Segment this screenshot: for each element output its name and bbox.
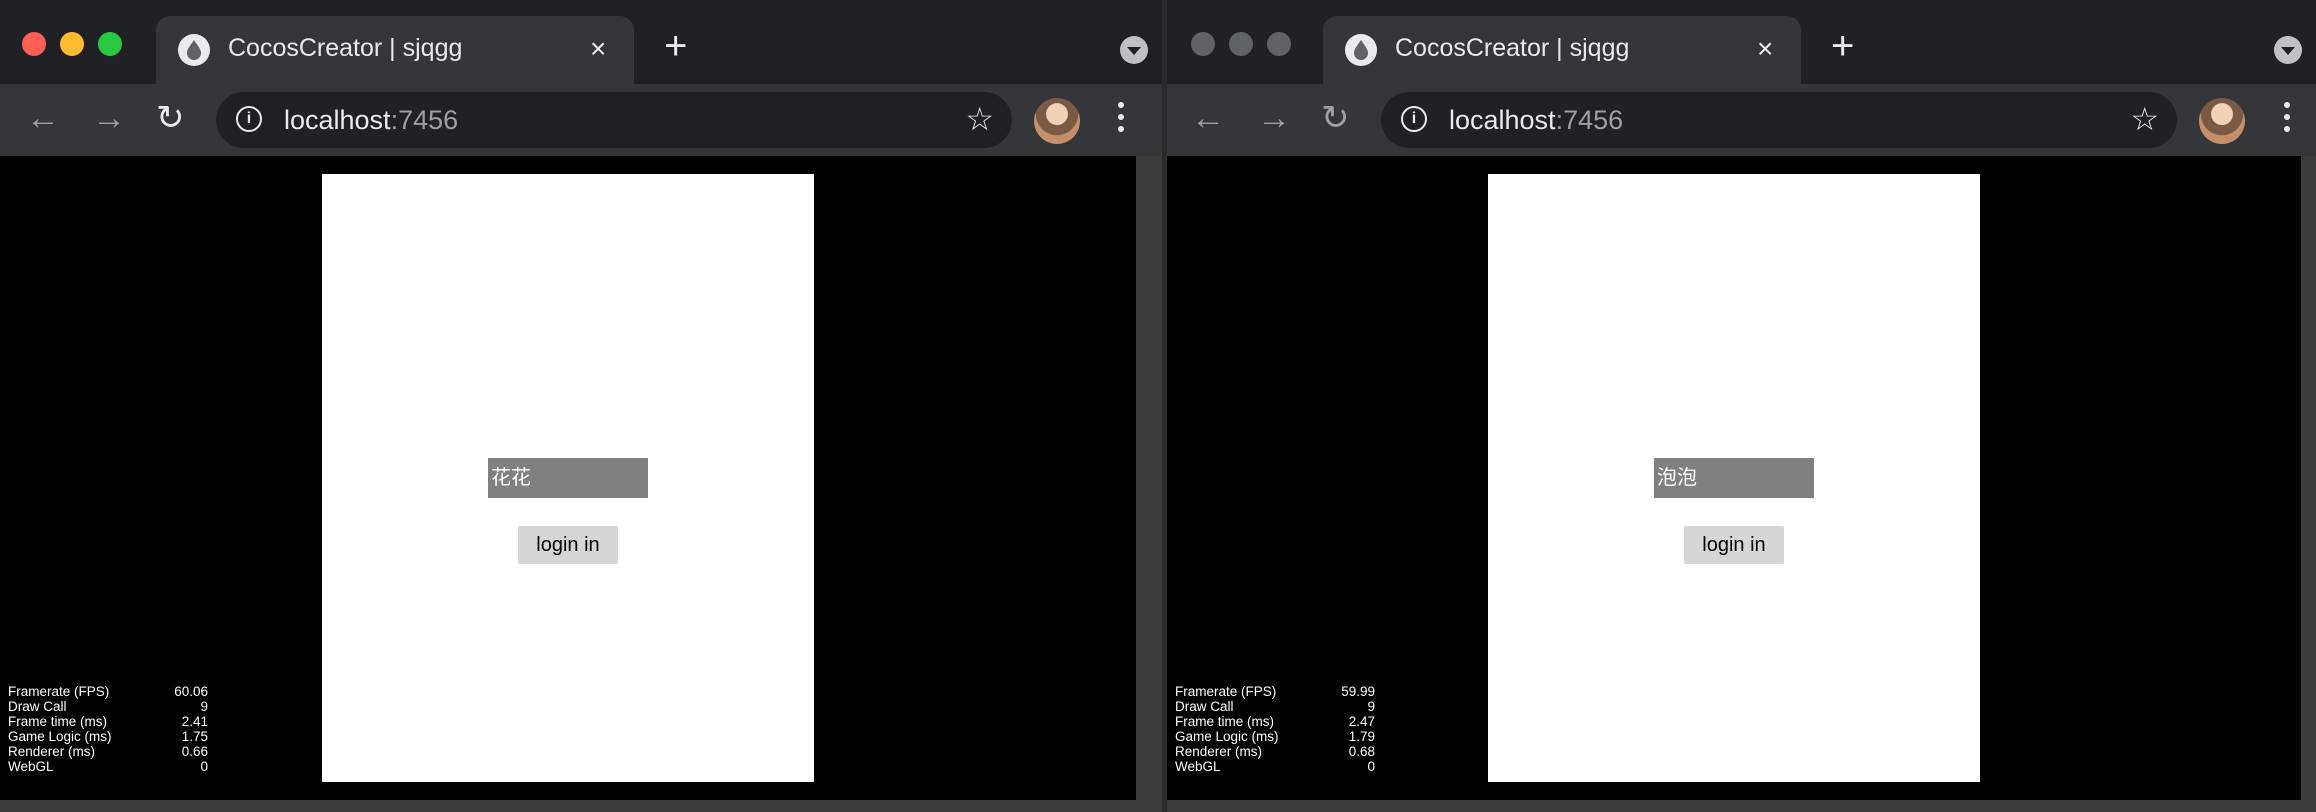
url-host: localhost: [1449, 105, 1556, 135]
name-field[interactable]: 泡泡: [1654, 458, 1814, 498]
stat-label: Frame time (ms): [1175, 714, 1274, 729]
forward-button[interactable]: →: [1257, 98, 1291, 138]
stat-label: Draw Call: [1175, 699, 1234, 714]
stat-label: Renderer (ms): [1175, 744, 1263, 759]
stat-value: 2.41: [181, 714, 208, 729]
url-host: localhost: [284, 105, 391, 135]
reload-button[interactable]: ↻: [1321, 98, 1350, 138]
tab-search-button[interactable]: [2274, 36, 2302, 64]
vertical-scrollbar[interactable]: [2301, 156, 2316, 800]
cocos-favicon-icon: [178, 34, 210, 66]
address-bar[interactable]: i localhost:7456 ☆: [1381, 92, 2177, 148]
stat-row: Framerate (FPS) 59.99: [1175, 684, 1375, 699]
game-viewport: 花花 login in Framerate (FPS) 60.06 Draw Ca…: [0, 156, 1136, 800]
forward-button[interactable]: →: [92, 98, 126, 138]
tab-title: CocosCreator | sjqgg: [228, 34, 463, 62]
stat-value: 60.06: [174, 684, 208, 699]
browser-window-2: CocosCreator | sjqgg × + ← → ↻ i localho…: [1167, 0, 2316, 812]
profiler-stats: Framerate (FPS) 59.99 Draw Call 9 Frame ti…: [1175, 684, 1375, 774]
close-window-button[interactable]: [22, 32, 46, 56]
stat-value: 1.79: [1348, 729, 1375, 744]
horizontal-scrollbar[interactable]: [1167, 800, 2316, 812]
browser-window-1: CocosCreator | sjqgg × + ← → ↻ i localho…: [0, 0, 1162, 812]
url-text[interactable]: localhost:7456: [1449, 105, 1623, 136]
game-viewport: 泡泡 login in Framerate (FPS) 59.99 Draw Ca…: [1167, 156, 2301, 800]
stat-row: Renderer (ms) 0.68: [1175, 744, 1375, 759]
game-canvas[interactable]: 泡泡 login in: [1488, 174, 1980, 782]
profile-avatar[interactable]: [2199, 98, 2245, 144]
stat-row: Draw Call 9: [1175, 699, 1375, 714]
stat-label: WebGL: [1175, 759, 1221, 774]
bookmark-star-icon[interactable]: ☆: [2130, 100, 2159, 138]
profiler-stats: Framerate (FPS) 60.06 Draw Call 9 Frame ti…: [8, 684, 208, 774]
stat-value: 0: [1367, 759, 1375, 774]
reload-button[interactable]: ↻: [156, 98, 185, 138]
stat-label: Framerate (FPS): [8, 684, 110, 699]
zoom-window-button[interactable]: [1267, 32, 1291, 56]
new-tab-button[interactable]: +: [1831, 26, 1854, 66]
login-button[interactable]: login in: [518, 526, 618, 564]
login-button[interactable]: login in: [1684, 526, 1784, 564]
url-port: :7456: [1555, 105, 1624, 135]
stat-label: Draw Call: [8, 699, 67, 714]
traffic-lights: [1191, 32, 1291, 56]
minimize-window-button[interactable]: [60, 32, 84, 56]
stat-row: Draw Call 9: [8, 699, 208, 714]
tab-close-icon[interactable]: ×: [590, 33, 606, 65]
address-bar[interactable]: i localhost:7456 ☆: [216, 92, 1012, 148]
game-canvas[interactable]: 花花 login in: [322, 174, 814, 782]
browser-toolbar: ← → ↻ i localhost:7456 ☆: [0, 84, 1162, 156]
back-button[interactable]: ←: [1191, 98, 1225, 138]
name-field[interactable]: 花花: [488, 458, 648, 498]
close-window-button[interactable]: [1191, 32, 1215, 56]
stat-value: 59.99: [1341, 684, 1375, 699]
stat-row: Game Logic (ms) 1.79: [1175, 729, 1375, 744]
browser-tab[interactable]: CocosCreator | sjqgg ×: [1323, 16, 1801, 84]
browser-toolbar: ← → ↻ i localhost:7456 ☆: [1167, 84, 2316, 156]
stat-row: Framerate (FPS) 60.06: [8, 684, 208, 699]
stat-value: 0.66: [181, 744, 208, 759]
tab-close-icon[interactable]: ×: [1757, 33, 1773, 65]
stat-row: WebGL 0: [8, 759, 208, 774]
vertical-scrollbar[interactable]: [1136, 156, 1162, 800]
info-icon[interactable]: i: [236, 106, 262, 132]
stat-row: Frame time (ms) 2.41: [8, 714, 208, 729]
traffic-lights: [22, 32, 122, 56]
stat-value: 0: [200, 759, 208, 774]
url-port: :7456: [390, 105, 459, 135]
stat-label: Framerate (FPS): [1175, 684, 1277, 699]
stat-label: Game Logic (ms): [8, 729, 112, 744]
zoom-window-button[interactable]: [98, 32, 122, 56]
stat-row: WebGL 0: [1175, 759, 1375, 774]
stat-value: 9: [1367, 699, 1375, 714]
stat-row: Game Logic (ms) 1.75: [8, 729, 208, 744]
url-text[interactable]: localhost:7456: [284, 105, 458, 136]
info-icon[interactable]: i: [1401, 106, 1427, 132]
new-tab-button[interactable]: +: [664, 26, 687, 66]
stat-row: Renderer (ms) 0.66: [8, 744, 208, 759]
stat-row: Frame time (ms) 2.47: [1175, 714, 1375, 729]
stat-value: 9: [200, 699, 208, 714]
tab-strip: CocosCreator | sjqgg × +: [1167, 0, 2316, 84]
browser-menu-icon[interactable]: [1118, 102, 1126, 132]
browser-menu-icon[interactable]: [2284, 102, 2292, 132]
stat-label: Game Logic (ms): [1175, 729, 1279, 744]
stat-value: 0.68: [1348, 744, 1375, 759]
cocos-favicon-icon: [1345, 34, 1377, 66]
stat-value: 2.47: [1348, 714, 1375, 729]
browser-tab[interactable]: CocosCreator | sjqgg ×: [156, 16, 634, 84]
minimize-window-button[interactable]: [1229, 32, 1253, 56]
back-button[interactable]: ←: [26, 98, 60, 138]
stat-label: Renderer (ms): [8, 744, 96, 759]
tab-title: CocosCreator | sjqgg: [1395, 34, 1630, 62]
tab-search-button[interactable]: [1120, 36, 1148, 64]
stat-label: WebGL: [8, 759, 54, 774]
stat-value: 1.75: [181, 729, 208, 744]
stat-label: Frame time (ms): [8, 714, 107, 729]
tab-strip: CocosCreator | sjqgg × +: [0, 0, 1162, 84]
bookmark-star-icon[interactable]: ☆: [965, 100, 994, 138]
profile-avatar[interactable]: [1034, 98, 1080, 144]
horizontal-scrollbar[interactable]: [0, 800, 1162, 812]
